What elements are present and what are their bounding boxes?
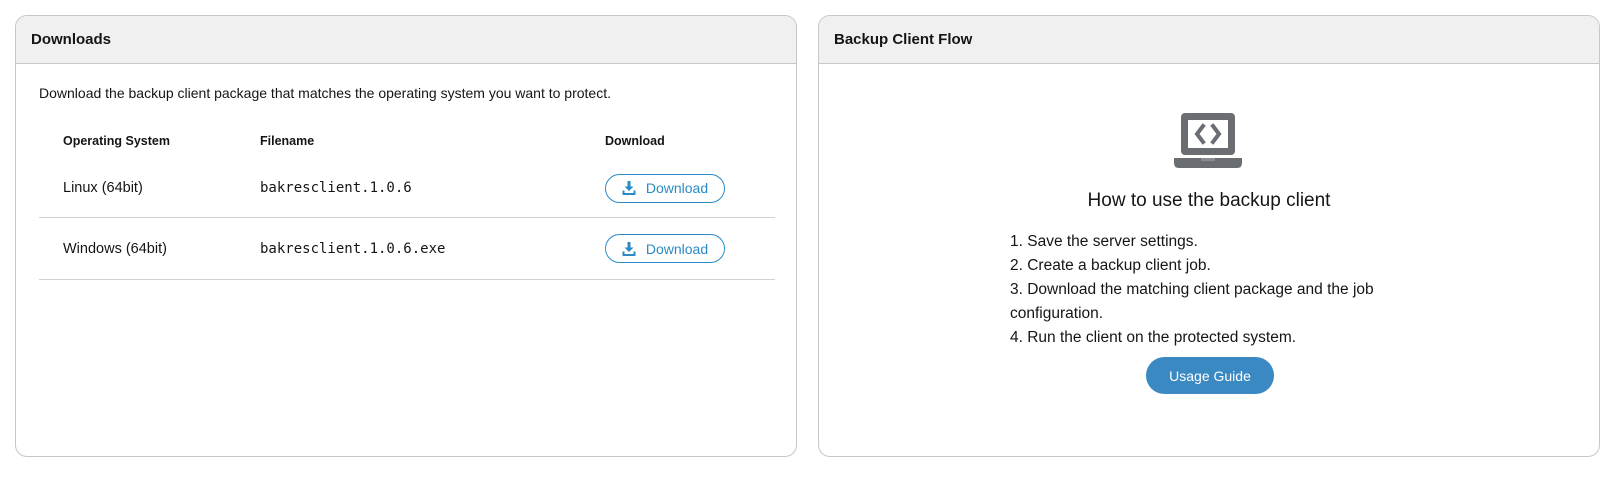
table-row: Windows (64bit) bakresclient.1.0.6.exe D… xyxy=(39,218,775,280)
column-header-os: Operating System xyxy=(63,134,170,148)
filename-cell: bakresclient.1.0.6 xyxy=(260,180,412,196)
column-header-download: Download xyxy=(605,134,665,148)
filename-cell: bakresclient.1.0.6.exe xyxy=(260,240,446,257)
step-item: 4. Run the client on the protected syste… xyxy=(1010,329,1297,346)
download-button-label: Download xyxy=(645,180,709,196)
os-cell: Windows (64bit) xyxy=(63,240,167,257)
step-item: 3. Download the matching client package … xyxy=(1010,281,1374,322)
step-item: 2. Create a backup client job. xyxy=(1010,257,1211,274)
flow-card: Backup Client Flow How to use the backup… xyxy=(818,15,1600,457)
downloads-table: Operating System Filename Download Linux… xyxy=(39,123,775,280)
flow-heading: How to use the backup client xyxy=(1087,190,1331,211)
downloads-card: Downloads Download the backup client pac… xyxy=(15,15,797,457)
table-row: Linux (64bit) bakresclient.1.0.6 Downloa… xyxy=(39,159,775,218)
laptop-code-icon xyxy=(1174,113,1242,168)
download-button-windows[interactable]: Download xyxy=(605,234,725,263)
column-header-filename: Filename xyxy=(260,134,315,148)
downloads-card-title: Downloads xyxy=(16,16,796,64)
step-item: 1. Save the server settings. xyxy=(1010,233,1198,250)
download-cell: Download xyxy=(605,234,775,263)
table-header: Operating System Filename Download xyxy=(39,123,775,159)
page: Downloads Download the backup client pac… xyxy=(0,0,1610,492)
download-button-linux[interactable]: Download xyxy=(605,173,725,203)
downloads-description: Download the backup client package that … xyxy=(39,85,611,101)
os-cell: Linux (64bit) xyxy=(63,180,143,196)
download-icon xyxy=(622,241,636,256)
download-cell: Download xyxy=(605,173,775,203)
flow-card-title: Backup Client Flow xyxy=(819,16,1599,64)
usage-guide-button[interactable]: Usage Guide xyxy=(1146,357,1274,394)
download-icon xyxy=(622,181,636,195)
download-button-label: Download xyxy=(645,240,709,257)
steps-list: 1. Save the server settings. 2. Create a… xyxy=(1010,230,1390,350)
flow-body: How to use the backup client 1. Save the… xyxy=(819,63,1599,456)
